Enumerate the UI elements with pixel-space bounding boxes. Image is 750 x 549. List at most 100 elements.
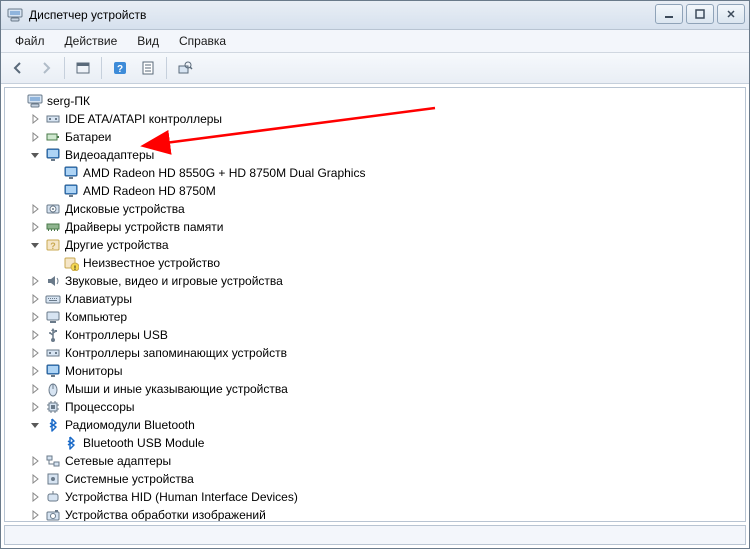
device-tree-pane[interactable]: serg-ПКIDE ATA/ATAPI контроллерыБатареиВ… [4, 87, 746, 522]
expand-toggle [47, 437, 59, 449]
back-button[interactable] [5, 55, 31, 81]
imaging-icon [45, 507, 61, 522]
tree-item-label: Неизвестное устройство [83, 254, 220, 272]
show-hidden-button[interactable] [70, 55, 96, 81]
tree-item[interactable]: Звуковые, видео и игровые устройства [29, 272, 745, 290]
device-manager-window: Диспетчер устройств Файл Действие Вид Сп… [0, 0, 750, 549]
help-button[interactable]: ? [107, 55, 133, 81]
expand-toggle[interactable] [29, 329, 41, 341]
close-button[interactable] [717, 4, 745, 24]
collapse-toggle[interactable] [29, 149, 41, 161]
tree-item[interactable]: Контроллеры USB [29, 326, 745, 344]
tree-item[interactable]: Клавиатуры [29, 290, 745, 308]
audio-icon [45, 273, 61, 289]
tree-item[interactable]: Радиомодули Bluetooth [29, 416, 745, 434]
expand-toggle[interactable] [29, 473, 41, 485]
tree-item[interactable]: serg-ПК [11, 92, 745, 110]
expand-toggle [47, 185, 59, 197]
svg-text:?: ? [117, 64, 123, 75]
usb-icon [45, 327, 61, 343]
tree-item-label: Другие устройства [65, 236, 169, 254]
collapse-toggle[interactable] [29, 239, 41, 251]
menu-view[interactable]: Вид [127, 31, 169, 51]
maximize-button[interactable] [686, 4, 714, 24]
menubar: Файл Действие Вид Справка [1, 30, 749, 53]
collapse-toggle[interactable] [29, 419, 41, 431]
tree-item-label: Клавиатуры [65, 290, 132, 308]
computer-icon [27, 93, 43, 109]
tree-item[interactable]: IDE ATA/ATAPI контроллеры [29, 110, 745, 128]
svg-text:!: ! [74, 266, 76, 271]
tree-item-label: serg-ПК [47, 92, 90, 110]
tree-item[interactable]: Устройства обработки изображений [29, 506, 745, 522]
tree-item-label: Сетевые адаптеры [65, 452, 171, 470]
app-icon [7, 7, 23, 23]
scan-hardware-button[interactable] [172, 55, 198, 81]
tree-item[interactable]: Системные устройства [29, 470, 745, 488]
expand-toggle[interactable] [29, 113, 41, 125]
properties-button[interactable] [135, 55, 161, 81]
mouse-icon [45, 381, 61, 397]
expand-toggle [47, 167, 59, 179]
statusbar [4, 525, 746, 545]
device-tree[interactable]: serg-ПКIDE ATA/ATAPI контроллерыБатареиВ… [5, 92, 745, 522]
ide-icon [45, 111, 61, 127]
computer-cat-icon [45, 309, 61, 325]
tree-item[interactable]: Драйверы устройств памяти [29, 218, 745, 236]
tree-item[interactable]: Устройства HID (Human Interface Devices) [29, 488, 745, 506]
expand-toggle[interactable] [29, 455, 41, 467]
expand-toggle[interactable] [29, 311, 41, 323]
expand-toggle[interactable] [29, 509, 41, 521]
tree-item[interactable]: Видеоадаптеры [29, 146, 745, 164]
tree-item[interactable]: AMD Radeon HD 8550G + HD 8750M Dual Grap… [47, 164, 745, 182]
expand-toggle[interactable] [29, 275, 41, 287]
unknown-category-icon: ? [45, 237, 61, 253]
menu-action[interactable]: Действие [55, 31, 128, 51]
unknown-device-icon: ! [63, 255, 79, 271]
battery-icon [45, 129, 61, 145]
tree-item[interactable]: Сетевые адаптеры [29, 452, 745, 470]
expand-toggle[interactable] [29, 131, 41, 143]
tree-item[interactable]: Компьютер [29, 308, 745, 326]
monitor-icon [45, 363, 61, 379]
tree-item[interactable]: AMD Radeon HD 8750M [47, 182, 745, 200]
memory-icon [45, 219, 61, 235]
expand-toggle[interactable] [29, 491, 41, 503]
tree-item[interactable]: Bluetooth USB Module [47, 434, 745, 452]
svg-text:?: ? [50, 241, 56, 251]
tree-item[interactable]: Мыши и иные указывающие устройства [29, 380, 745, 398]
tree-item[interactable]: Контроллеры запоминающих устройств [29, 344, 745, 362]
menu-help[interactable]: Справка [169, 31, 236, 51]
system-icon [45, 471, 61, 487]
tree-item-label: Контроллеры USB [65, 326, 168, 344]
expand-toggle[interactable] [29, 221, 41, 233]
tree-item[interactable]: Мониторы [29, 362, 745, 380]
expand-toggle[interactable] [29, 365, 41, 377]
expand-toggle[interactable] [29, 401, 41, 413]
collapse-toggle [11, 95, 23, 107]
expand-toggle[interactable] [29, 293, 41, 305]
tree-item[interactable]: Дисковые устройства [29, 200, 745, 218]
tree-item[interactable]: Процессоры [29, 398, 745, 416]
menu-file[interactable]: Файл [5, 31, 55, 51]
forward-button[interactable] [33, 55, 59, 81]
expand-toggle[interactable] [29, 383, 41, 395]
cpu-icon [45, 399, 61, 415]
titlebar[interactable]: Диспетчер устройств [1, 1, 749, 30]
tree-item-label: Системные устройства [65, 470, 194, 488]
tree-item-label: Контроллеры запоминающих устройств [65, 344, 287, 362]
expand-toggle[interactable] [29, 347, 41, 359]
tree-item[interactable]: Батареи [29, 128, 745, 146]
tree-item-label: Устройства обработки изображений [65, 506, 266, 522]
toolbar-separator [166, 57, 167, 79]
minimize-button[interactable] [655, 4, 683, 24]
tree-item[interactable]: ? Другие устройства [29, 236, 745, 254]
tree-item-label: Видеоадаптеры [65, 146, 154, 164]
expand-toggle[interactable] [29, 203, 41, 215]
content-area: serg-ПКIDE ATA/ATAPI контроллерыБатареиВ… [1, 84, 749, 548]
display-icon [63, 165, 79, 181]
hid-icon [45, 489, 61, 505]
tree-item-label: AMD Radeon HD 8550G + HD 8750M Dual Grap… [83, 164, 365, 182]
tree-item-label: Компьютер [65, 308, 127, 326]
tree-item[interactable]: ! Неизвестное устройство [47, 254, 745, 272]
